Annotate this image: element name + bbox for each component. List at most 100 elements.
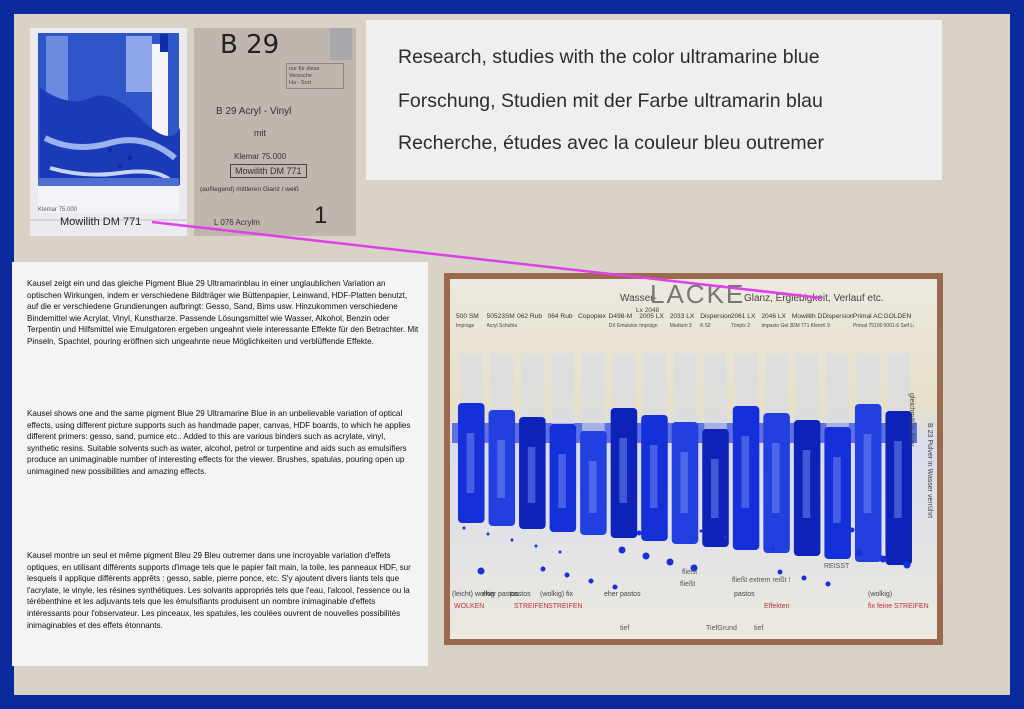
- card-number: 1: [314, 202, 328, 229]
- column-sublabel: Impasto Gel 2: [761, 323, 792, 329]
- bottom-note: (wolkig): [868, 591, 893, 598]
- paragraph-french: Kausel montre un seul et même pigment Bl…: [27, 551, 411, 630]
- bottom-note-2: WOLKEN: [454, 603, 485, 610]
- paint-drop: [642, 552, 650, 560]
- column-sublabel: K 52: [700, 323, 711, 329]
- paint-drop: [612, 584, 618, 590]
- bottom-note: (wolkig) fix: [540, 591, 574, 598]
- column-label: 064 Rub: [547, 313, 573, 320]
- description-document: Kausel zeigt ein und das gleiche Pigment…: [12, 262, 428, 666]
- card-line3: Klemar 75.000: [234, 152, 287, 161]
- column-label: 062 Rub: [517, 313, 542, 320]
- board-note: REISST: [824, 563, 850, 570]
- board-title-suffix: Glanz, Ergiebigkeit, Verlauf etc.: [744, 293, 884, 304]
- wash-column: [795, 353, 819, 420]
- column-label: Mowilith D: [791, 313, 823, 320]
- column-sublabel: DX Emulsion: [608, 323, 638, 329]
- bottom-note-2: fix feine STREIFEN: [868, 603, 929, 610]
- side-text: gleichmäßig Blau: [908, 393, 915, 447]
- highlight-stroke: [466, 433, 475, 493]
- bottom-note: pastos: [510, 591, 531, 598]
- paint-drop: [564, 572, 570, 578]
- wash-column: [521, 353, 544, 417]
- flow-label: fließt: [680, 581, 696, 588]
- headline-box: Research, studies with the color ultrama…: [366, 20, 942, 180]
- headline-french: Recherche, études avec la couleur bleu o…: [398, 132, 824, 154]
- paint-drop: [588, 578, 594, 584]
- highlight-stroke: [558, 454, 566, 508]
- column-sublabel: Imprägn: [639, 323, 658, 329]
- highlight-stroke: [527, 447, 536, 503]
- column-sublabel: Acryl Schuhlack: [486, 323, 518, 329]
- board-title: LACKE: [650, 279, 746, 309]
- column-sublabel: K 9: [822, 323, 830, 329]
- column-label: 2061 LX: [730, 313, 756, 320]
- paint-drop: [540, 566, 546, 572]
- paint-drop: [825, 581, 831, 587]
- highlight-stroke: [833, 457, 841, 523]
- column-label: Dispersion: [822, 313, 853, 320]
- highlight-stroke: [894, 441, 902, 518]
- paint-drop: [534, 544, 538, 548]
- wash-column: [887, 353, 910, 411]
- card-corner-note-line1: nur für diese Versuche: [289, 66, 320, 79]
- board-note: tief: [754, 625, 764, 632]
- column-sublabel: DM 771 Klemar 75.000: [791, 323, 823, 329]
- column-sublabel: Impräge: [456, 323, 475, 329]
- paragraph-english: Kausel shows one and the same pigment Bl…: [27, 409, 411, 476]
- wash-column: [582, 353, 605, 431]
- paragraph-german: Kausel zeigt ein und das gleiche Pigment…: [27, 279, 419, 346]
- bottom-note: pastos: [734, 591, 755, 598]
- highlight-stroke: [497, 440, 505, 498]
- highlight-stroke: [772, 443, 780, 513]
- card-line6: L 076 Acrylm: [214, 218, 260, 227]
- board-note: TiefGrund: [706, 625, 737, 632]
- paint-drop: [723, 535, 727, 539]
- column-label: Copoplex: [578, 313, 606, 320]
- card-line2: mit: [254, 128, 266, 138]
- wash-column: [460, 353, 483, 403]
- column-sublabel: Primal 75100: [852, 323, 883, 329]
- bottom-note-2: STREIFEN: [514, 603, 549, 610]
- wash-column: [704, 353, 727, 429]
- wash-column: [612, 353, 636, 408]
- column-sublabel: Tönplx 2: [730, 323, 750, 329]
- paint-drop: [777, 569, 783, 575]
- paint-drop: [558, 550, 562, 554]
- paint-drop: [699, 529, 703, 533]
- column-label: 50523SM: [486, 313, 515, 320]
- paint-drop: [849, 527, 855, 533]
- wash-column: [673, 353, 697, 422]
- card-gray-tab: [330, 28, 352, 60]
- paint-drop: [903, 561, 911, 569]
- highlight-stroke: [863, 434, 872, 513]
- paint-drop: [771, 547, 775, 551]
- card-corner-note-line2: Ha - Sort: [289, 80, 312, 86]
- board-note: fließt: [682, 569, 698, 576]
- blue-sample-painting: [30, 28, 187, 236]
- column-label: Primal AC35: [852, 313, 884, 320]
- paint-drop: [510, 538, 514, 542]
- column-label: 2033 LX: [669, 313, 695, 320]
- headline-english: Research, studies with the color ultrama…: [398, 46, 820, 68]
- column-label: 2005 LX: [639, 313, 664, 320]
- bottom-note: eher pastos: [604, 591, 641, 598]
- column-sublabel: Medium 3: [669, 323, 692, 329]
- wash-column: [734, 353, 758, 406]
- headline-german: Forschung, Studien mit der Farbe ultrama…: [398, 90, 823, 112]
- highlight-stroke: [619, 438, 627, 503]
- column-label: GOLDEN: [883, 313, 912, 320]
- card-line5: (aufliegend) mittleren Glanz / weiß: [200, 186, 299, 193]
- paint-drop: [747, 541, 751, 545]
- highlight-stroke: [802, 450, 811, 518]
- wash-column: [643, 353, 666, 415]
- wash-column: [490, 353, 514, 410]
- paint-drop: [666, 558, 674, 566]
- wash-column: [765, 353, 788, 413]
- paint-drop: [477, 567, 485, 575]
- wash-column: [826, 353, 849, 427]
- paint-drop: [879, 555, 887, 563]
- column-label: 500 SM: [456, 313, 479, 320]
- paint-drop: [801, 575, 807, 581]
- column-label: Dispersion: [700, 313, 731, 320]
